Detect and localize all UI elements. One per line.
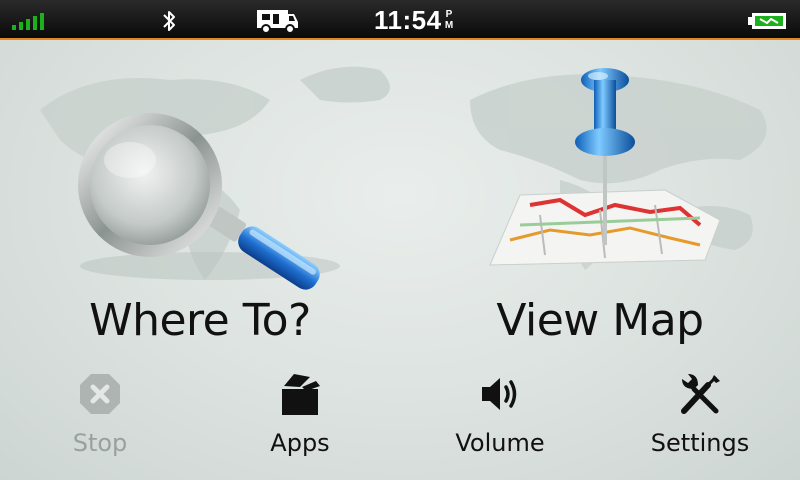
map-pin-icon [489, 68, 721, 266]
battery-charging-icon[interactable] [748, 12, 788, 30]
ampm-top: P [445, 9, 453, 20]
main-menu: Where To? View Map Stop Apps Volume Sett… [0, 40, 800, 480]
tools-icon [681, 374, 720, 414]
signal-strength-icon [12, 13, 44, 30]
apps-label: Apps [270, 429, 330, 457]
stop-label: Stop [72, 429, 128, 457]
volume-button[interactable]: Volume [400, 365, 600, 475]
apps-box-icon [282, 374, 320, 415]
bluetooth-icon[interactable] [160, 9, 178, 33]
ampm-bottom: M [444, 20, 454, 31]
apps-button[interactable]: Apps [200, 365, 400, 475]
stop-button[interactable]: Stop [0, 365, 200, 475]
settings-button[interactable]: Settings [600, 365, 800, 475]
clock-time[interactable]: 11:54 [374, 5, 442, 36]
rv-vehicle-icon[interactable] [254, 6, 300, 34]
where-to-button[interactable]: Where To? [0, 40, 400, 360]
speaker-icon [482, 378, 517, 410]
where-to-label: Where To? [89, 295, 311, 346]
view-map-button[interactable]: View Map [400, 40, 800, 360]
settings-label: Settings [650, 429, 750, 457]
magnifying-glass-icon [78, 113, 340, 290]
status-bar: 11:54 P M [0, 0, 800, 40]
view-map-label: View Map [496, 295, 704, 346]
stop-icon [80, 374, 120, 414]
volume-label: Volume [455, 429, 545, 457]
clock-ampm: P M [444, 9, 454, 31]
